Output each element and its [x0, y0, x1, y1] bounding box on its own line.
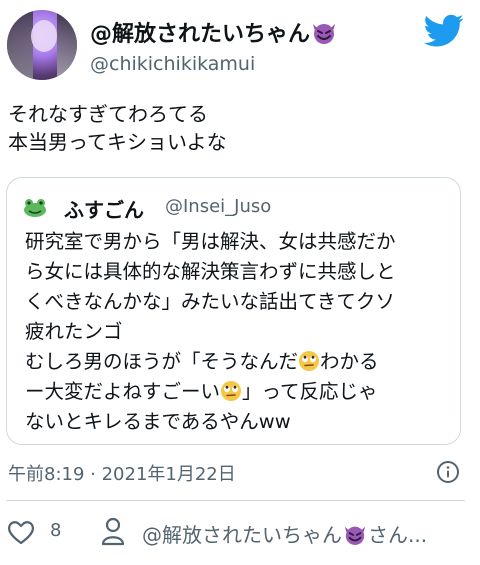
reply-target-name: @解放されたいちゃん [142, 523, 342, 547]
author-avatar[interactable] [7, 10, 77, 80]
reply-suffix: さん... [368, 523, 428, 547]
quoted-author-name: ふすごん [64, 198, 144, 222]
twitter-bird-icon[interactable] [424, 14, 464, 48]
avatar-hair-left [7, 10, 33, 80]
quoted-tweet-text: 研究室で男から「男は解決、女は共感だか ら女には具体的な解決策言わずに共感しと … [25, 227, 453, 437]
author-handle[interactable]: @chikichikikamui [90, 53, 255, 75]
quoted-text-line: むしろ男のほうが「そうなんだ わかる [25, 350, 379, 373]
smiling-devil-emoji-icon [344, 526, 366, 545]
smiling-devil-emoji-icon [313, 24, 336, 44]
author-name-text: @解放されたいちゃん [90, 22, 311, 47]
info-icon[interactable] [436, 460, 460, 484]
heart-icon[interactable] [6, 518, 36, 546]
quoted-text-line: 研究室で男から「男は解決、女は共感だか [25, 230, 396, 253]
like-count: 8 [50, 520, 62, 541]
quoted-text-line: ないとキレるまであるやんww [25, 410, 291, 433]
face-with-rolling-eyes-icon [299, 351, 320, 371]
quoted-tweet-card[interactable]: ふすごん @Insei_Juso 研究室で男から「男は解決、女は共感だか ら女に… [6, 177, 461, 445]
person-icon[interactable] [100, 516, 126, 546]
author-display-name[interactable]: @解放されたいちゃん [90, 16, 338, 48]
quoted-text-line: 疲れたンゴ [25, 320, 123, 343]
quoted-text-line: ー大変だよねすごーい 」って反応じゃ [25, 380, 378, 403]
quoted-author-handle: @Insei_Juso [165, 196, 272, 217]
tweet-line: 本当男ってキショいよな [8, 130, 227, 154]
tweet-line: それなすぎてわろてる [8, 102, 208, 126]
face-with-rolling-eyes-icon [221, 381, 242, 401]
quoted-text-line: くべきなんかな」みたいな話出てきてクソ [25, 290, 395, 313]
divider [6, 500, 465, 501]
frog-icon [24, 199, 46, 217]
avatar-face [31, 20, 57, 52]
avatar-hair-right [57, 10, 77, 80]
tweet-timestamp[interactable]: 午前8:19 · 2021年1月22日 [8, 460, 236, 486]
quoted-text-line: ら女には具体的な解決策言わずに共感しと [25, 260, 396, 283]
tweet-text: それなすぎてわろてる 本当男ってキショいよな [8, 100, 227, 156]
reply-prompt[interactable]: @解放されたいちゃん さん... [142, 519, 480, 548]
